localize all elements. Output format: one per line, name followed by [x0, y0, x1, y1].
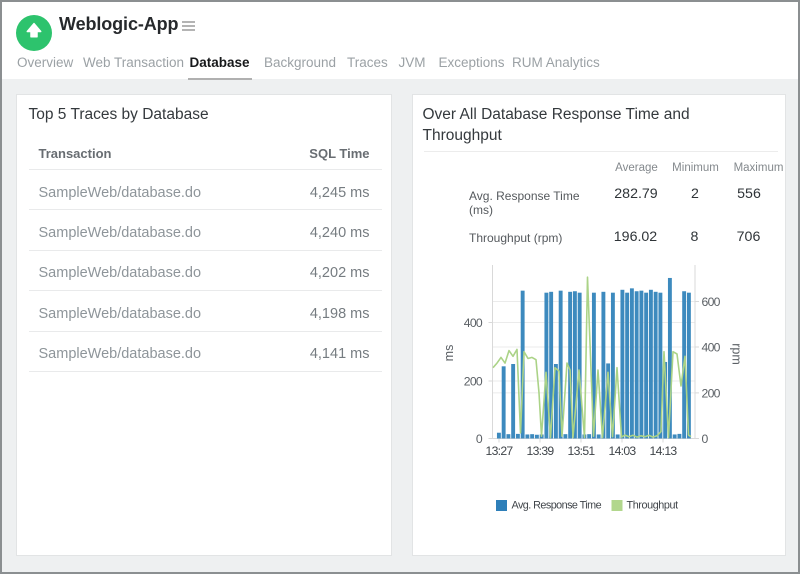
svg-text:200: 200: [464, 375, 483, 389]
svg-text:200: 200: [702, 386, 721, 400]
svg-text:Throughput: Throughput: [627, 500, 679, 512]
svg-text:400: 400: [464, 316, 483, 330]
svg-text:13:39: 13:39: [527, 444, 555, 458]
svg-text:13:51: 13:51: [568, 444, 596, 458]
svg-text:ms: ms: [442, 345, 456, 362]
svg-text:rpm: rpm: [730, 343, 744, 365]
svg-text:14:13: 14:13: [650, 444, 678, 458]
svg-text:400: 400: [702, 341, 721, 355]
svg-text:14:03: 14:03: [609, 444, 637, 458]
svg-text:Avg. Response Time: Avg. Response Time: [512, 500, 602, 512]
svg-text:600: 600: [702, 295, 721, 309]
svg-text:0: 0: [702, 432, 709, 446]
svg-text:13:27: 13:27: [486, 444, 514, 458]
svg-text:0: 0: [476, 432, 483, 446]
